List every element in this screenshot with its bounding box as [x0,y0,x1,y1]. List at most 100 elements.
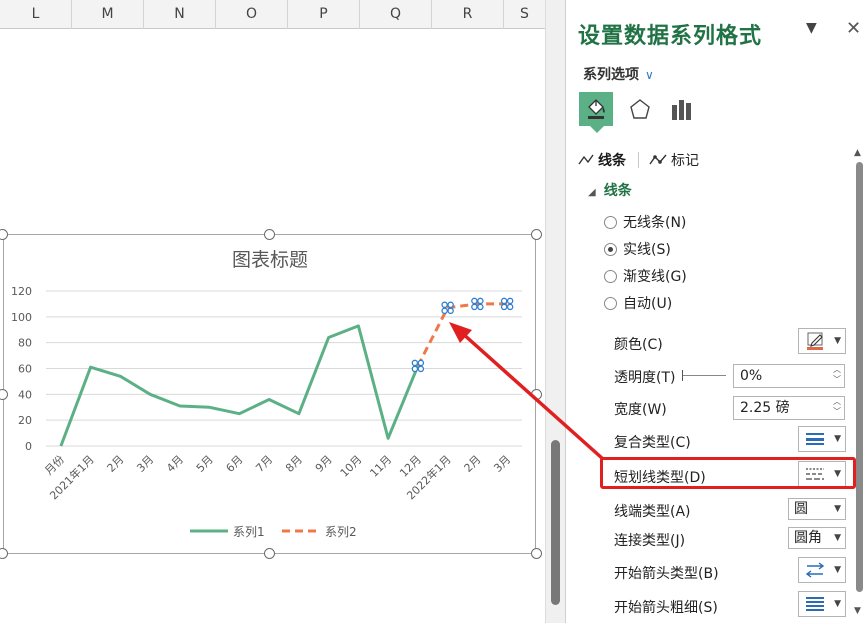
dropdown-arrow-icon: ▼ [834,565,841,575]
y-tick-label: 40 [18,388,32,401]
series-line-2[interactable] [416,302,508,367]
y-tick-label: 80 [18,337,32,350]
spinner-arrows-icon[interactable]: ︿ ﹀ [833,397,841,417]
effects-category-button[interactable] [623,92,657,126]
series-options-category-button[interactable] [666,92,700,126]
radio-button[interactable] [604,269,617,283]
pane-scroll-thumb[interactable] [856,162,863,592]
dash-type-label: 短划线类型(D) [614,470,706,486]
category-pointer [590,126,604,133]
column-header-m[interactable]: M [72,0,144,29]
radio-gradient-line[interactable]: 渐变线(G) [604,266,687,286]
line-icon [578,154,594,165]
radio-button[interactable] [604,215,617,229]
tab-marker[interactable]: 标记 [649,150,711,170]
tab-marker-label: 标记 [671,153,699,169]
worksheet[interactable]: L M N O P Q R S 图表标题 0 20 40 60 80 100 120 月份 2… [0,0,565,623]
chevron-down-icon[interactable]: ▼ [806,20,817,36]
dropdown-arrow-icon: ▼ [834,599,841,609]
column-header-r[interactable]: R [432,0,504,29]
width-input[interactable]: 2.25 磅 ︿ ﹀ [733,396,845,420]
transparency-slider[interactable] [682,370,726,381]
cap-type-label: 线端类型(A) [614,504,691,520]
close-icon[interactable]: ✕ [846,18,861,39]
join-type-select[interactable]: 圆角 ▼ [788,527,846,549]
sheet-scroll-thumb[interactable] [551,440,560,605]
cap-type-value: 圆 [794,501,808,517]
gridlines [46,290,522,447]
sheet-vertical-scrollbar[interactable] [545,0,565,623]
resize-handle-bottom-left[interactable] [0,548,8,559]
column-header-p[interactable]: P [288,0,360,29]
transparency-value: 0% [740,368,763,384]
pen-color-icon [807,332,823,350]
radio-button-selected[interactable] [604,242,617,256]
x-tick-label: 11月 [367,453,394,480]
x-tick-label: 3月 [491,453,513,475]
x-tick-label: 12月 [397,453,424,480]
legend-label-series2[interactable]: 系列2 [325,525,357,539]
data-point-handle[interactable] [500,297,514,311]
series-options-label: 系列选项 [583,67,639,83]
compound-lines-icon [806,433,824,445]
x-tick-label: 2月 [462,453,484,475]
dropdown-arrow-icon: ▼ [834,533,841,543]
x-tick-label: 6月 [224,453,246,475]
dash-type-dropdown[interactable]: ▼ [798,461,846,487]
radio-automatic[interactable]: 自动(U) [604,293,672,313]
scroll-down-icon[interactable]: ▼ [854,606,861,616]
x-tick-label: 8月 [283,453,305,475]
begin-arrow-type-dropdown[interactable]: ▼ [798,557,846,583]
tab-line-label: 线条 [598,153,626,169]
chart-canvas: 图表标题 020406080100120 月份2021年1月 2月 3月 4月 5月 6月… [11,249,522,539]
transparency-input[interactable]: 0% ︿ ﹀ [733,364,845,388]
series-lines [59,302,508,447]
resize-handle-right[interactable] [531,389,542,400]
bar-chart-icon [672,100,691,120]
paint-bucket-icon [588,99,605,119]
join-type-label: 连接类型(J) [614,533,686,549]
scroll-up-icon[interactable]: ▲ [854,148,861,158]
radio-solid-line[interactable]: 实线(S) [604,239,671,259]
dropdown-arrow-icon: ▼ [834,469,841,479]
resize-handle-bottom[interactable] [264,548,275,559]
pane-vertical-scrollbar[interactable]: ▲ ▼ [853,148,865,623]
radio-no-line[interactable]: 无线条(N) [604,212,686,232]
resize-handle-top-right[interactable] [531,229,542,240]
line-chart[interactable]: 图表标题 0 20 40 60 80 100 120 月份 2021年1月 2月 3月 4月 5月 6月… [3,234,536,554]
fill-line-category-button[interactable] [579,92,613,126]
spinner-arrows-icon[interactable]: ︿ ﹀ [833,365,841,385]
radio-button[interactable] [604,296,617,310]
series-line-1[interactable] [59,324,420,447]
join-type-value: 圆角 [794,530,822,546]
legend-label-series1[interactable]: 系列1 [233,525,265,539]
compound-type-label: 复合类型(C) [614,435,691,451]
x-tick-label: 10月 [338,453,365,480]
series-options-dropdown[interactable]: 系列选项 ∨ [583,64,654,84]
line-color-picker[interactable]: ▼ [798,328,846,354]
y-tick-label: 0 [25,440,32,453]
column-header-s[interactable]: S [504,0,545,29]
cap-type-select[interactable]: 圆 ▼ [788,498,846,520]
radio-gradient-line-label: 渐变线(G) [623,269,687,285]
column-header-q[interactable]: Q [360,0,432,29]
compound-type-dropdown[interactable]: ▼ [798,426,846,452]
column-headers: L M N O P Q R S [0,0,545,29]
line-marker-tabs: 线条 标记 [578,148,711,172]
resize-handle-bottom-right[interactable] [531,548,542,559]
tab-line[interactable]: 线条 [578,150,638,170]
column-header-o[interactable]: O [216,0,288,29]
resize-handle-top[interactable] [264,229,275,240]
column-header-l[interactable]: L [0,0,72,29]
arrow-size-icon [806,597,824,611]
column-header-n[interactable]: N [144,0,216,29]
chart-title[interactable]: 图表标题 [232,249,308,271]
line-section-header[interactable]: ◢ 线条 [588,180,632,200]
chart-legend: 系列1 系列2 [190,525,357,539]
color-label: 颜色(C) [614,337,663,353]
begin-arrow-size-dropdown[interactable]: ▼ [798,591,846,617]
dash-lines-icon [806,468,824,480]
radio-no-line-label: 无线条(N) [623,215,687,231]
pentagon-icon [630,99,650,119]
format-data-series-pane: 设置数据系列格式 ▼ ✕ 系列选项 ∨ 线条 标记 ◢ 线条 无线条(N) 实线… [565,0,865,623]
